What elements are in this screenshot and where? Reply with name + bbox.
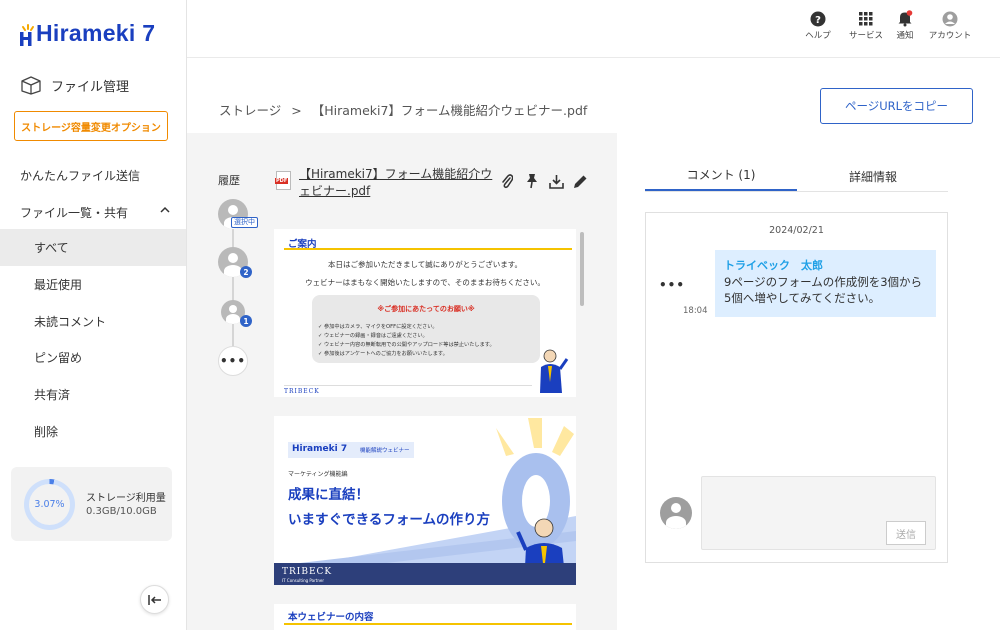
- bell-icon: [898, 10, 913, 27]
- page2-category: マーケティング機能編: [288, 471, 348, 478]
- history-timeline: [232, 210, 234, 350]
- sidebar-item-pinned[interactable]: ピン留め: [0, 339, 186, 376]
- pdf-page-3: 本ウェビナーの内容: [274, 604, 576, 630]
- box-icon: [21, 76, 41, 95]
- svg-text:?: ?: [815, 15, 821, 26]
- page1-footer-brand: TRIBECK: [284, 388, 320, 395]
- breadcrumb-root[interactable]: ストレージ: [219, 103, 281, 118]
- header-divider: [187, 57, 1000, 58]
- breadcrumb-current: 【Hirameki7】フォーム機能紹介ウェビナー.pdf: [311, 103, 588, 118]
- tab-details[interactable]: 詳細情報: [797, 160, 949, 192]
- easy-file-send-link[interactable]: かんたんファイル送信: [20, 167, 140, 184]
- download-icon: [548, 174, 564, 189]
- notifications-button[interactable]: 通知: [880, 10, 930, 41]
- comment-more-button[interactable]: •••: [659, 278, 685, 292]
- page1-line1: 本日はご参加いただきまして誠にありがとうございます。: [327, 260, 523, 269]
- tab-comments[interactable]: コメント (1): [645, 160, 797, 192]
- grid-icon: [859, 11, 873, 25]
- comment-time: 18:04: [683, 306, 708, 316]
- breadcrumb-separator: >: [291, 103, 302, 118]
- sidebar-item-unread-comments[interactable]: 未読コメント: [0, 303, 186, 340]
- sidebar-item-deleted[interactable]: 削除: [0, 413, 186, 450]
- history-badge-1: 1: [240, 315, 252, 327]
- collapse-left-icon: [147, 594, 161, 605]
- storage-usage-card: 3.07% ストレージ利用量 0.3GB/10.0GB: [11, 467, 172, 541]
- help-button[interactable]: ? ヘルプ: [793, 10, 843, 41]
- tab-divider: [645, 191, 948, 192]
- brand-name: Hirameki 7: [36, 20, 156, 46]
- comment-bubble: トライベック 太郎 9ページのフォームの作成例を3個から5個へ増やしてみてくださ…: [715, 250, 936, 317]
- sidebar-item-all[interactable]: すべて: [0, 229, 186, 266]
- breadcrumb: ストレージ > 【Hirameki7】フォーム機能紹介ウェビナー.pdf: [219, 100, 587, 119]
- storage-label: ストレージ利用量: [86, 493, 166, 504]
- page2-title-1: 成果に直結！: [288, 487, 369, 503]
- chevron-up-icon: [160, 206, 170, 213]
- presenter-illustration-icon: [540, 349, 569, 393]
- comment-author[interactable]: トライベック 太郎: [724, 258, 927, 274]
- attach-button[interactable]: [499, 172, 515, 190]
- logo-mark-icon: [19, 23, 35, 46]
- comment-date: 2024/02/21: [769, 225, 824, 236]
- current-user-avatar: [660, 497, 692, 529]
- selected-tag: 選択中: [231, 217, 258, 228]
- storage-usage: 0.3GB/10.0GB: [86, 506, 157, 517]
- copy-page-url-button[interactable]: ページURLをコピー: [820, 88, 973, 124]
- download-button[interactable]: [548, 172, 564, 190]
- pdf-page-1: ご案内 本日はご参加いただきまして誠にありがとうございます。 ウェビナーはまもな…: [274, 229, 576, 397]
- account-icon: [942, 11, 958, 26]
- pdf-file-icon: PDF: [275, 171, 291, 190]
- sidebar: Hirameki 7 ファイル管理 ストレージ容量変更オプション かんたんファイ…: [0, 0, 187, 630]
- sidebar-item-recent[interactable]: 最近使用: [0, 266, 186, 303]
- edit-button[interactable]: [572, 172, 588, 190]
- account-button[interactable]: アカウント: [925, 10, 975, 41]
- history-more-button[interactable]: •••: [218, 346, 248, 376]
- pin-icon: [527, 174, 537, 189]
- storage-ring: 3.07%: [24, 479, 75, 530]
- paperclip-icon: [502, 174, 513, 189]
- storage-percent: 3.07%: [34, 499, 65, 510]
- file-share-toggle[interactable]: ファイル一覧・共有: [20, 204, 170, 221]
- send-button[interactable]: 送信: [886, 521, 926, 545]
- page2-brand-band: Hirameki 7 機能解説ウェビナー: [288, 442, 414, 458]
- storage-option-button[interactable]: ストレージ容量変更オプション: [14, 111, 168, 141]
- page1-line2: ウェビナーはまもなく開始いたしますので、そのままお待ちください。: [305, 278, 545, 287]
- help-icon: ?: [810, 11, 826, 26]
- viewer-scrollbar[interactable]: [580, 232, 584, 306]
- page1-notice-box: ※ご参加にあたってのお願い※ ✓ 参加中はカメラ、マイクをOFFに設定ください。…: [312, 295, 540, 363]
- history-label: 履歴: [218, 174, 240, 187]
- page1-heading-rule: [284, 248, 572, 250]
- comment-text: 9ページのフォームの作成例を3個から5個へ増やしてみてください。: [724, 275, 923, 305]
- brand-logo[interactable]: Hirameki 7: [19, 20, 155, 47]
- page2-footer-brand: TRIBECK: [282, 567, 333, 577]
- pencil-icon: [573, 175, 586, 188]
- history-badge-2: 2: [240, 266, 252, 278]
- sidebar-item-shared[interactable]: 共有済: [0, 376, 186, 413]
- page3-heading: 本ウェビナーの内容: [288, 612, 374, 623]
- file-title[interactable]: 【Hirameki7】フォーム機能紹介ウェビナー.pdf: [299, 166, 499, 200]
- pin-button[interactable]: [524, 172, 540, 190]
- file-management-title[interactable]: ファイル管理: [20, 75, 129, 95]
- pdf-page-2: Hirameki 7 機能解説ウェビナー マーケティング機能編 成果に直結！ い…: [274, 416, 576, 585]
- collapse-sidebar-button[interactable]: [140, 585, 169, 614]
- page2-title-2: いますぐできるフォームの作り方: [288, 512, 490, 528]
